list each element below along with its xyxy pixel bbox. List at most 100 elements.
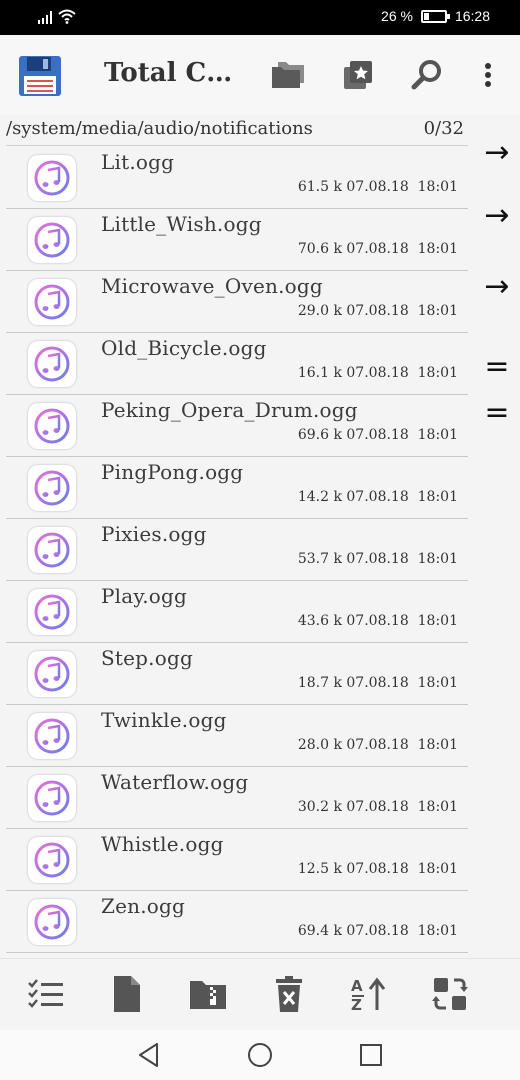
- file-date: 07.08.18: [346, 923, 409, 939]
- file-size: 30.2 k: [297, 799, 342, 815]
- music-file-icon: [28, 279, 76, 325]
- swap-panels-button[interactable]: [430, 974, 470, 1014]
- file-size: 69.4 k: [297, 923, 342, 939]
- file-row[interactable]: Little_Wish.ogg 70.6 k 07.08.18 18:01: [6, 209, 468, 271]
- file-row[interactable]: Waterflow.ogg 30.2 k 07.08.18 18:01: [6, 767, 468, 829]
- side-marker: =: [484, 349, 510, 384]
- file-size: 16.1 k: [297, 365, 342, 381]
- recents-button[interactable]: [356, 1042, 386, 1068]
- file-row[interactable]: Play.ogg 43.6 k 07.08.18 18:01: [6, 581, 468, 643]
- overflow-menu-button[interactable]: [468, 55, 508, 95]
- file-row[interactable]: Old_Bicycle.ogg 16.1 k 07.08.18 18:01: [6, 333, 468, 395]
- delete-icon: [276, 976, 302, 1012]
- file-time: 18:01: [417, 799, 458, 815]
- file-list: Lit.ogg 61.5 k 07.08.18 18:01 Little_Wish.…: [0, 147, 468, 953]
- delete-button[interactable]: [269, 974, 309, 1014]
- file-name: Microwave_Oven.ogg: [101, 274, 323, 298]
- search-icon: [411, 60, 441, 90]
- file-date: 07.08.18: [346, 489, 409, 505]
- file-date: 07.08.18: [346, 675, 409, 691]
- bottom-toolbar: A Z: [0, 958, 520, 1028]
- file-meta: 14.2 k 07.08.18 18:01: [298, 489, 458, 505]
- status-bar: 26 % 16:28: [0, 0, 520, 35]
- music-file-icon: [28, 155, 76, 201]
- recents-icon: [360, 1044, 382, 1066]
- file-time: 18:01: [417, 303, 458, 319]
- file-row[interactable]: Pixies.ogg 53.7 k 07.08.18 18:01: [6, 519, 468, 581]
- file-row[interactable]: Zen.ogg 69.4 k 07.08.18 18:01: [6, 891, 468, 953]
- file-date: 07.08.18: [346, 861, 409, 877]
- file-name: Old_Bicycle.ogg: [101, 336, 267, 360]
- folders-button[interactable]: [268, 55, 308, 95]
- file-time: 18:01: [417, 675, 458, 691]
- file-row[interactable]: Step.ogg 18.7 k 07.08.18 18:01: [6, 643, 468, 705]
- music-file-icon: [28, 651, 76, 697]
- app-title: Total Co...: [104, 58, 244, 88]
- file-name: Zen.ogg: [101, 894, 186, 918]
- signal-icon: [38, 11, 55, 24]
- divider: [6, 145, 468, 146]
- file-meta: 70.6 k 07.08.18 18:01: [298, 241, 458, 257]
- select-button[interactable]: [26, 974, 66, 1014]
- floppy-disk-icon[interactable]: [18, 55, 62, 97]
- file-time: 18:01: [417, 427, 458, 443]
- sort-button[interactable]: A Z: [349, 974, 389, 1014]
- music-file-icon: [28, 403, 76, 449]
- file-meta: 18.7 k 07.08.18 18:01: [298, 675, 458, 691]
- file-row[interactable]: Peking_Opera_Drum.ogg 69.6 k 07.08.18 18:…: [6, 395, 468, 457]
- file-time: 18:01: [417, 365, 458, 381]
- file-name: Lit.ogg: [101, 150, 175, 174]
- battery-percent: 26 %: [381, 8, 413, 24]
- file-meta: 16.1 k 07.08.18 18:01: [298, 365, 458, 381]
- back-button[interactable]: [134, 1042, 164, 1068]
- bookmarks-button[interactable]: [338, 55, 378, 95]
- file-time: 18:01: [417, 613, 458, 629]
- file-time: 18:01: [417, 861, 458, 877]
- file-row[interactable]: Twinkle.ogg 28.0 k 07.08.18 18:01: [6, 705, 468, 767]
- file-size: 29.0 k: [297, 303, 342, 319]
- wifi-icon: [58, 9, 76, 24]
- file-row[interactable]: Whistle.ogg 12.5 k 07.08.18 18:01: [6, 829, 468, 891]
- swap-panels-icon: [432, 978, 468, 1010]
- back-icon: [139, 1043, 158, 1067]
- zip-folder-icon: [190, 981, 226, 1009]
- music-file-icon: [28, 775, 76, 821]
- bookmark-star-icon: [344, 61, 372, 89]
- file-size: 61.5 k: [297, 179, 342, 195]
- file-size: 69.6 k: [297, 427, 342, 443]
- file-size: 28.0 k: [297, 737, 342, 753]
- system-nav-bar: [0, 1030, 520, 1080]
- file-row[interactable]: Lit.ogg 61.5 k 07.08.18 18:01: [6, 147, 468, 209]
- home-icon: [248, 1043, 272, 1067]
- file-time: 18:01: [417, 241, 458, 257]
- music-file-icon: [28, 589, 76, 635]
- file-row[interactable]: PingPong.ogg 14.2 k 07.08.18 18:01: [6, 457, 468, 519]
- sort-az-icon: A Z: [351, 977, 386, 1012]
- file-date: 07.08.18: [346, 551, 409, 567]
- music-file-icon: [28, 837, 76, 883]
- path-bar[interactable]: /system/media/audio/notifications 0/32: [0, 116, 468, 146]
- file-row[interactable]: Microwave_Oven.ogg 29.0 k 07.08.18 18:01: [6, 271, 468, 333]
- file-time: 18:01: [417, 489, 458, 505]
- home-button[interactable]: [245, 1042, 275, 1068]
- file-size: 53.7 k: [297, 551, 342, 567]
- new-file-button[interactable]: [107, 974, 147, 1014]
- file-name: Twinkle.ogg: [101, 708, 227, 732]
- file-meta: 43.6 k 07.08.18 18:01: [298, 613, 458, 629]
- file-name: Play.ogg: [101, 584, 188, 608]
- current-path: /system/media/audio/notifications: [6, 118, 313, 139]
- file-meta: 61.5 k 07.08.18 18:01: [298, 179, 458, 195]
- folders-icon: [272, 62, 304, 88]
- select-list-icon: [28, 979, 63, 1008]
- search-button[interactable]: [407, 55, 447, 95]
- file-size: 43.6 k: [297, 613, 342, 629]
- side-marker: =: [484, 395, 510, 430]
- file-name: Whistle.ogg: [101, 832, 224, 856]
- file-meta: 12.5 k 07.08.18 18:01: [298, 861, 458, 877]
- file-meta: 30.2 k 07.08.18 18:01: [298, 799, 458, 815]
- file-name: Peking_Opera_Drum.ogg: [101, 398, 358, 422]
- file-date: 07.08.18: [346, 179, 409, 195]
- file-time: 18:01: [417, 737, 458, 753]
- zip-button[interactable]: [188, 974, 228, 1014]
- music-file-icon: [28, 713, 76, 759]
